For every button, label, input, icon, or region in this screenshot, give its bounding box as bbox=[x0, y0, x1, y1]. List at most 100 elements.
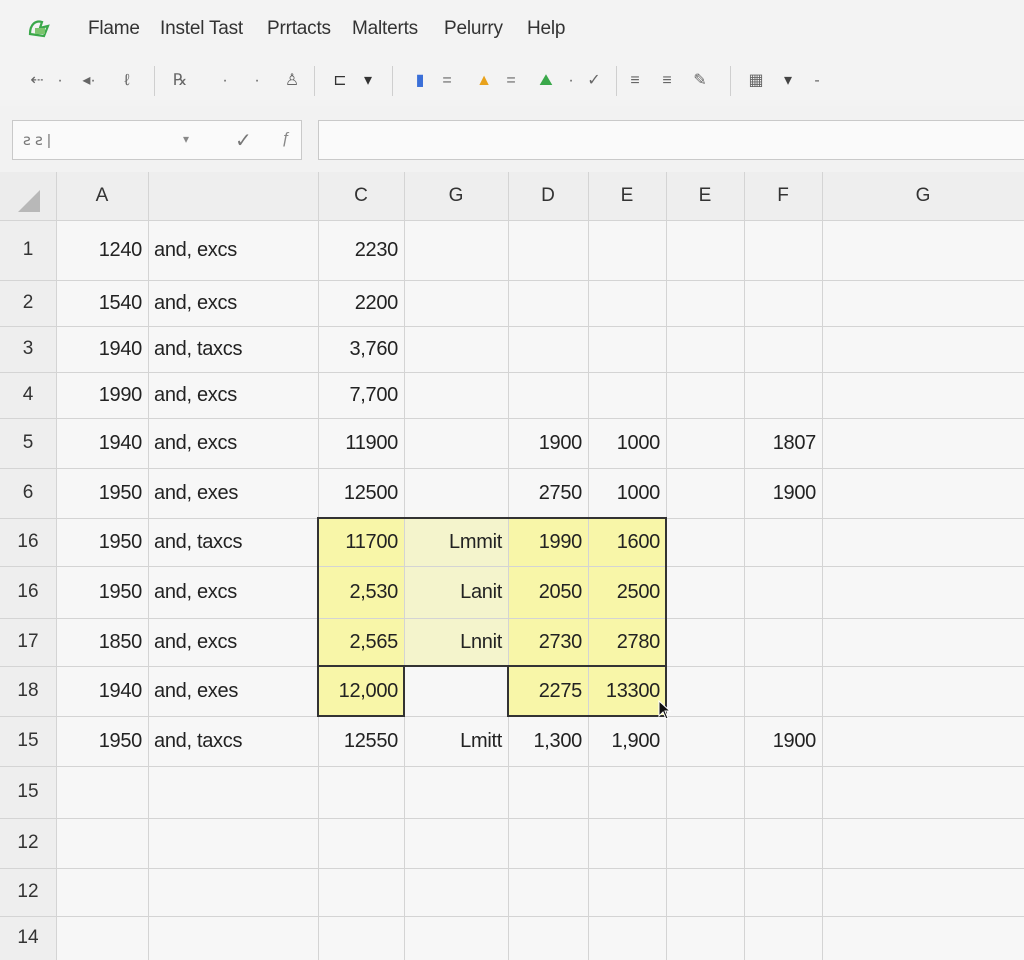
function-icon[interactable]: ƒ bbox=[281, 130, 290, 148]
cell-a[interactable]: 1950 bbox=[56, 566, 143, 618]
cell-c[interactable]: 7,700 bbox=[318, 372, 398, 418]
clear-format-icon[interactable]: ♙ bbox=[282, 70, 302, 92]
cell-e2[interactable] bbox=[666, 766, 738, 818]
cell-e2[interactable] bbox=[666, 916, 738, 960]
spell-check-icon[interactable]: ℞ bbox=[170, 70, 190, 92]
cell-b[interactable] bbox=[154, 818, 318, 868]
table-icon[interactable]: ▦ bbox=[744, 70, 768, 92]
image-icon[interactable]: ⛰ bbox=[532, 70, 560, 92]
align-left-icon[interactable]: ≡ bbox=[626, 70, 644, 92]
cell-e[interactable]: 1000 bbox=[588, 418, 661, 468]
cell-b[interactable]: and, excs bbox=[154, 220, 318, 280]
cell-a[interactable]: 1240 bbox=[56, 220, 143, 280]
cell-a[interactable] bbox=[56, 818, 142, 868]
undo-icon[interactable]: ⇠ bbox=[20, 70, 54, 92]
cell-b[interactable]: and, excs bbox=[154, 280, 318, 326]
cell-b[interactable]: and, exes bbox=[154, 468, 318, 518]
cell-b[interactable]: and, taxcs bbox=[154, 326, 318, 372]
cell-f[interactable] bbox=[744, 818, 816, 868]
cell-b[interactable] bbox=[154, 868, 318, 916]
name-box-dropdown-icon[interactable]: ▾ bbox=[183, 132, 189, 146]
cell-e2[interactable] bbox=[666, 418, 738, 468]
cell-e[interactable] bbox=[588, 372, 660, 418]
fill-dropdown-icon[interactable]: = bbox=[504, 70, 518, 92]
menu-pelurry[interactable]: Pelurry bbox=[444, 18, 503, 40]
cell-d[interactable]: 1900 bbox=[508, 418, 583, 468]
cell-c[interactable]: 2200 bbox=[318, 280, 399, 326]
cell-g[interactable] bbox=[404, 818, 502, 868]
cell-f[interactable] bbox=[744, 280, 816, 326]
cell-a[interactable]: 1940 bbox=[56, 666, 143, 716]
column-header[interactable]: A bbox=[56, 172, 148, 220]
cell-e2[interactable] bbox=[666, 868, 738, 916]
cell-e[interactable] bbox=[588, 766, 660, 818]
cell-b[interactable]: and, taxcs bbox=[154, 518, 318, 566]
cell-d[interactable] bbox=[508, 916, 582, 960]
row-header[interactable]: 18 bbox=[0, 666, 56, 716]
cell-b[interactable]: and, exes bbox=[154, 666, 318, 716]
cell-e[interactable] bbox=[588, 326, 660, 372]
cell-f[interactable] bbox=[744, 518, 816, 566]
cell-e2[interactable] bbox=[666, 566, 738, 618]
cell-d[interactable]: 2750 bbox=[508, 468, 583, 518]
borders-dropdown-icon[interactable]: ▾ bbox=[360, 70, 376, 92]
cell-b[interactable] bbox=[154, 766, 318, 818]
cell-f[interactable] bbox=[744, 326, 816, 372]
cell-f[interactable] bbox=[744, 666, 816, 716]
redo-icon[interactable]: ◂· bbox=[74, 70, 104, 92]
cell-g[interactable] bbox=[404, 220, 502, 280]
chart-icon[interactable]: ▮ bbox=[406, 70, 434, 92]
cell-f[interactable] bbox=[744, 220, 816, 280]
app-logo-icon[interactable] bbox=[26, 14, 54, 42]
cell-f[interactable] bbox=[744, 618, 816, 666]
menu-products[interactable]: Prrtacts bbox=[267, 18, 331, 40]
cell-e2[interactable] bbox=[666, 372, 738, 418]
cell-e2[interactable] bbox=[666, 716, 738, 766]
cell-e2[interactable] bbox=[666, 518, 738, 566]
cell-f[interactable] bbox=[744, 766, 816, 818]
cell-b[interactable]: and, taxcs bbox=[154, 716, 318, 766]
cell-g[interactable] bbox=[404, 766, 502, 818]
row-header[interactable]: 12 bbox=[0, 868, 56, 916]
align-center-icon[interactable]: ≡ bbox=[658, 70, 676, 92]
undo-dropdown-icon[interactable]: · bbox=[54, 70, 66, 92]
column-header[interactable]: G bbox=[822, 172, 1024, 220]
row-header[interactable]: 5 bbox=[0, 418, 56, 468]
row-header[interactable]: 12 bbox=[0, 818, 56, 868]
cell-b[interactable]: and, excs bbox=[154, 618, 318, 666]
column-header[interactable]: F bbox=[744, 172, 822, 220]
row-header[interactable]: 17 bbox=[0, 618, 56, 666]
column-header[interactable]: E bbox=[588, 172, 666, 220]
cell-a[interactable]: 1940 bbox=[56, 326, 143, 372]
cell-d[interactable] bbox=[508, 220, 582, 280]
cell-e2[interactable] bbox=[666, 618, 738, 666]
cell-a[interactable]: 1990 bbox=[56, 372, 143, 418]
cell-e2[interactable] bbox=[666, 818, 738, 868]
cell-b[interactable]: and, excs bbox=[154, 418, 318, 468]
cell-c[interactable] bbox=[318, 766, 398, 818]
cell-g[interactable] bbox=[404, 868, 502, 916]
cell-g[interactable] bbox=[404, 916, 502, 960]
name-box[interactable]: ꙅ ꙅ | ▾ ✓ ƒ bbox=[12, 120, 302, 160]
confirm-check-icon[interactable]: ✓ bbox=[235, 128, 252, 153]
cell-a[interactable] bbox=[56, 916, 142, 960]
cell-c[interactable]: 3,760 bbox=[318, 326, 398, 372]
row-header[interactable]: 16 bbox=[0, 566, 56, 618]
cell-c[interactable]: 2230 bbox=[318, 220, 399, 280]
cell-e2[interactable] bbox=[666, 280, 738, 326]
cell-d[interactable] bbox=[508, 280, 582, 326]
cell-c[interactable]: 12500 bbox=[318, 468, 398, 518]
chart-dropdown-icon[interactable]: = bbox=[440, 70, 454, 92]
cell-g[interactable] bbox=[404, 326, 502, 372]
row-header[interactable]: 14 bbox=[0, 916, 56, 960]
column-header[interactable]: D bbox=[508, 172, 588, 220]
row-header[interactable]: 1 bbox=[0, 220, 56, 280]
row-header[interactable]: 15 bbox=[0, 716, 56, 766]
cell-a[interactable]: 1850 bbox=[56, 618, 143, 666]
cell-a[interactable] bbox=[56, 766, 142, 818]
column-header[interactable]: G bbox=[404, 172, 508, 220]
cell-f[interactable] bbox=[744, 566, 816, 618]
cell-f[interactable]: 1900 bbox=[744, 468, 817, 518]
column-header[interactable]: C bbox=[318, 172, 404, 220]
cell-c[interactable]: 12550 bbox=[318, 716, 398, 766]
